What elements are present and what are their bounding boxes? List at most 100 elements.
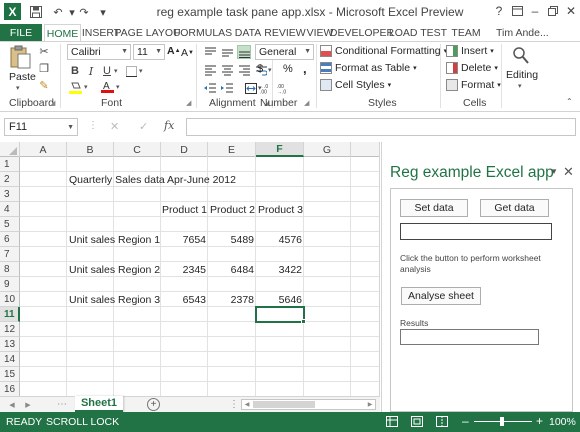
- row-header-16[interactable]: 16: [0, 382, 20, 396]
- cancel-entry-icon[interactable]: ✕: [110, 120, 119, 133]
- cell-e6[interactable]: 5489: [208, 232, 254, 247]
- format-as-table-button[interactable]: Format as Table ▾: [320, 62, 417, 74]
- row-header-9[interactable]: 9: [0, 277, 20, 292]
- paste-button[interactable]: Paste: [9, 71, 36, 83]
- sheet-tab-sheet1[interactable]: Sheet1: [75, 396, 123, 412]
- row-header-10[interactable]: 10: [0, 292, 20, 307]
- cell-e4-header[interactable]: Product 2: [208, 202, 255, 217]
- row-header-7[interactable]: 7: [0, 247, 20, 262]
- paste-dropdown-icon[interactable]: ▾: [16, 84, 20, 92]
- tab-formulas[interactable]: FORMULAS: [174, 24, 232, 41]
- tab-data[interactable]: DATA: [233, 24, 263, 41]
- bold-button[interactable]: B: [68, 64, 82, 78]
- align-center-icon[interactable]: [220, 63, 234, 77]
- collapse-ribbon-icon[interactable]: ⌃: [566, 97, 573, 106]
- column-header-c[interactable]: C: [114, 142, 161, 157]
- editing-button[interactable]: Editing: [506, 69, 538, 81]
- cell-b10-label[interactable]: Unit sales Region 3: [69, 292, 160, 307]
- align-right-icon[interactable]: [237, 63, 251, 77]
- scroll-left-icon[interactable]: ◀: [242, 400, 252, 409]
- font-launcher-icon[interactable]: ◢: [186, 99, 191, 107]
- confirm-entry-icon[interactable]: ✓: [139, 120, 148, 133]
- decrease-decimal-icon[interactable]: .00 →.0: [277, 81, 291, 95]
- task-pane-menu-icon[interactable]: ▼: [550, 167, 558, 176]
- row-header-12[interactable]: 12: [0, 322, 20, 337]
- clipboard-launcher-icon[interactable]: ◢: [50, 99, 55, 107]
- selected-cell-f11[interactable]: [255, 306, 305, 323]
- merge-center-icon[interactable]: [244, 81, 258, 95]
- align-bottom-icon[interactable]: [237, 45, 251, 59]
- cell-e8[interactable]: 6484: [208, 262, 254, 277]
- decrease-indent-icon[interactable]: [203, 81, 217, 95]
- row-header-13[interactable]: 13: [0, 337, 20, 352]
- help-icon[interactable]: ?: [490, 2, 508, 20]
- grow-font-icon[interactable]: A ▲: [167, 45, 181, 57]
- percent-button[interactable]: %: [283, 63, 293, 75]
- cell-f6[interactable]: 4576: [256, 232, 302, 247]
- row-header-6[interactable]: 6: [0, 232, 20, 247]
- next-sheet-icon[interactable]: ▶: [22, 398, 34, 411]
- select-all-corner[interactable]: [0, 142, 20, 157]
- sheet-list-icon[interactable]: ⋯: [56, 398, 68, 411]
- currency-button[interactable]: $: [257, 63, 263, 75]
- tab-file[interactable]: FILE: [0, 24, 42, 41]
- formula-bar-grip-icon[interactable]: ⋮: [88, 120, 98, 131]
- tab-review[interactable]: REVIEW: [264, 24, 305, 41]
- tab-team[interactable]: TEAM: [451, 24, 481, 41]
- column-header-e[interactable]: E: [208, 142, 256, 157]
- cell-f4-header[interactable]: Product 3: [256, 202, 303, 217]
- page-break-view-icon[interactable]: [436, 416, 448, 427]
- fill-color-icon[interactable]: [68, 80, 82, 94]
- row-header-2[interactable]: 2: [0, 172, 20, 187]
- save-icon[interactable]: [28, 4, 44, 20]
- formula-input[interactable]: [186, 118, 576, 136]
- currency-dropdown-icon[interactable]: ▾: [268, 66, 272, 74]
- font-color-icon[interactable]: A: [100, 79, 114, 93]
- row-header-15[interactable]: 15: [0, 367, 20, 382]
- cut-icon[interactable]: ✂: [37, 44, 51, 58]
- tab-split-icon[interactable]: ⋮: [228, 398, 240, 411]
- number-format-combo[interactable]: General ▼: [255, 44, 314, 60]
- underline-button[interactable]: U: [100, 64, 114, 78]
- cell-f10[interactable]: 5646: [256, 292, 302, 307]
- restore-icon[interactable]: [544, 2, 562, 20]
- underline-dropdown-icon[interactable]: ▾: [114, 67, 118, 75]
- font-size-combo[interactable]: 11 ▼: [133, 44, 165, 60]
- cell-d8[interactable]: 2345: [161, 262, 206, 277]
- align-left-icon[interactable]: [203, 63, 217, 77]
- cell-b6-label[interactable]: Unit sales Region 1: [69, 232, 160, 247]
- scroll-right-icon[interactable]: ▶: [365, 400, 375, 409]
- editing-dropdown-icon[interactable]: ▾: [518, 82, 522, 90]
- cell-b2-title[interactable]: Quarterly Sales data Apr-June 2012: [69, 172, 236, 187]
- prev-sheet-icon[interactable]: ◀: [6, 398, 18, 411]
- normal-view-icon[interactable]: [386, 416, 398, 427]
- zoom-slider-knob[interactable]: [500, 417, 504, 426]
- task-pane-close-icon[interactable]: ✕: [563, 164, 574, 180]
- editing-icon[interactable]: [512, 45, 530, 67]
- cell-d4-header[interactable]: Product 1: [161, 202, 207, 217]
- cell-d6[interactable]: 7654: [161, 232, 206, 247]
- increase-indent-icon[interactable]: [220, 81, 234, 95]
- cell-d10[interactable]: 6543: [161, 292, 206, 307]
- ribbon-display-icon[interactable]: [508, 2, 526, 20]
- row-header-8[interactable]: 8: [0, 262, 20, 277]
- row-header-14[interactable]: 14: [0, 352, 20, 367]
- font-name-combo[interactable]: Calibri ▼: [67, 44, 131, 60]
- tab-page-layout[interactable]: PAGE LAYOU: [114, 24, 180, 41]
- row-header-11[interactable]: 11: [0, 307, 20, 322]
- horizontal-scroll-thumb[interactable]: [253, 401, 315, 408]
- italic-button[interactable]: I: [84, 64, 98, 78]
- paste-icon[interactable]: [9, 45, 31, 69]
- row-header-4[interactable]: 4: [0, 202, 20, 217]
- tab-home[interactable]: HOME: [44, 24, 81, 42]
- zoom-in-icon[interactable]: +: [536, 414, 543, 428]
- borders-icon[interactable]: [124, 64, 138, 78]
- add-sheet-icon[interactable]: +: [147, 398, 160, 411]
- column-header-g[interactable]: G: [304, 142, 351, 157]
- borders-dropdown-icon[interactable]: ▾: [139, 67, 143, 75]
- insert-function-button[interactable]: fx: [164, 119, 174, 132]
- align-middle-icon[interactable]: [220, 45, 234, 59]
- tab-load-test[interactable]: LOAD TEST: [389, 24, 447, 41]
- copy-icon[interactable]: ❐: [37, 61, 51, 75]
- user-account[interactable]: Tim Ande...: [496, 24, 549, 41]
